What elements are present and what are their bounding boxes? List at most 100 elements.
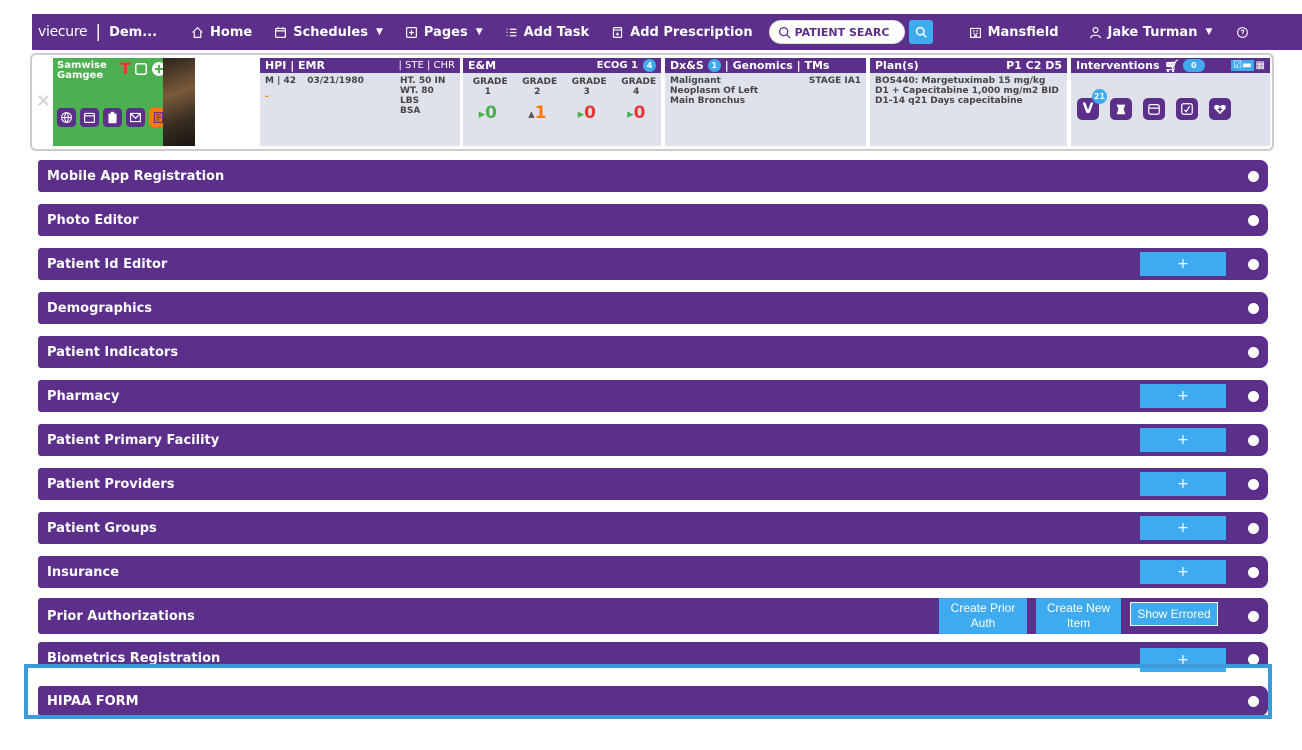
toggle-dot[interactable] — [1248, 566, 1259, 578]
add-button[interactable]: + — [1140, 516, 1226, 540]
toggle-dot[interactable] — [1248, 170, 1259, 182]
nav-add-prescription[interactable]: Add Prescription — [611, 24, 753, 40]
diagnosis-text[interactable]: Malignant Neoplasm Of Left Main Bronchus — [670, 76, 770, 106]
patient-name[interactable]: Samwise Gamgee — [57, 61, 117, 81]
add-button[interactable]: + — [1140, 252, 1226, 276]
toggle-dot[interactable] — [1248, 214, 1259, 226]
section-title: Patient Id Editor — [47, 256, 168, 272]
section-title: Mobile App Registration — [47, 168, 225, 184]
toggle-dot[interactable] — [1248, 522, 1259, 534]
section-title: Patient Primary Facility — [47, 432, 220, 448]
section-patient-groups[interactable]: Patient Groups + — [38, 512, 1268, 544]
section-patient-providers[interactable]: Patient Providers + — [38, 468, 1268, 500]
top-navigation-bar: viecure | Dem... Home Schedules ▼ Pages … — [32, 14, 1302, 50]
heart-plus-button[interactable] — [1209, 98, 1231, 120]
toggle-dot[interactable] — [1248, 346, 1259, 358]
mail-icon — [130, 112, 141, 123]
plan-title[interactable]: Plan(s) — [875, 59, 919, 72]
chevron-down-icon: ▼ — [475, 27, 483, 37]
toggle-dot[interactable] — [1248, 302, 1259, 314]
brand[interactable]: viecure | Dem... — [32, 22, 157, 42]
grade-value[interactable]: ▸0 — [578, 103, 596, 123]
organization-name[interactable]: Dem... — [109, 25, 157, 40]
chart-check-icon — [1181, 103, 1193, 115]
chevron-down-icon: ▼ — [375, 27, 383, 37]
app-logo[interactable]: viecure — [38, 24, 88, 40]
interventions-title[interactable]: Interventions — [1076, 59, 1160, 72]
hpi-links[interactable]: | STE | CHR — [399, 60, 456, 71]
add-button[interactable]: + — [1140, 560, 1226, 584]
section-patient-indicators[interactable]: Patient Indicators — [38, 336, 1268, 368]
user-icon — [1089, 26, 1101, 38]
dx-title-links[interactable]: | Genomics | TMs — [725, 59, 830, 72]
create-prior-auth-button[interactable]: Create Prior Auth — [939, 598, 1027, 634]
help-button[interactable] — [1236, 26, 1249, 39]
grade-value[interactable]: ▸0 — [627, 103, 645, 123]
building-icon — [969, 27, 981, 38]
patient-flag-t[interactable]: T — [120, 61, 131, 77]
search-button[interactable] — [908, 20, 933, 44]
plan-body[interactable]: BOS440: Margetuximab 15 mg/kg D1 + Capec… — [870, 73, 1067, 109]
nav-home[interactable]: Home — [191, 25, 252, 40]
plan-header: Plan(s) P1 C2 D5 — [870, 58, 1067, 73]
create-new-item-button[interactable]: Create New Item — [1036, 598, 1121, 634]
calendar-icon — [84, 112, 95, 123]
toggle-dot[interactable] — [1248, 258, 1259, 270]
nav-schedules[interactable]: Schedules ▼ — [274, 25, 383, 40]
clipboard-icon — [108, 111, 117, 124]
patient-photo[interactable] — [163, 58, 195, 146]
ecog-label: ECOG 1 — [596, 60, 638, 71]
chart-button[interactable] — [1176, 98, 1198, 120]
section-mobile-app-registration[interactable]: Mobile App Registration — [38, 160, 1268, 192]
nav-add-task[interactable]: Add Task — [505, 25, 589, 40]
add-button[interactable]: + — [1140, 384, 1226, 408]
hpi-header: HPI | EMR | STE | CHR — [260, 58, 460, 73]
section-prior-authorizations[interactable]: Prior Authorizations Create Prior Auth C… — [38, 598, 1268, 634]
cart-icon[interactable]: 🛒︎ — [1165, 59, 1180, 73]
clipboard-button[interactable] — [103, 108, 122, 127]
add-button[interactable]: + — [1140, 472, 1226, 496]
nav-pages[interactable]: Pages ▼ — [405, 25, 483, 40]
patient-flags: T — [120, 61, 167, 77]
patient-search-input[interactable]: PATIENT SEARC — [768, 20, 905, 44]
section-title: Insurance — [47, 564, 120, 580]
section-pharmacy[interactable]: Pharmacy + — [38, 380, 1268, 412]
dx-title[interactable]: Dx&S — [670, 59, 704, 72]
mortar-icon — [1116, 104, 1126, 115]
patient-card[interactable]: Samwise Gamgee T — [53, 58, 195, 146]
selection-highlight — [24, 664, 1272, 719]
mar-button[interactable] — [1143, 98, 1165, 120]
pharmacy-button[interactable] — [1110, 98, 1132, 120]
add-button[interactable]: + — [1140, 428, 1226, 452]
show-errored-button[interactable]: Show Errored — [1130, 602, 1218, 626]
toggle-dot[interactable] — [1248, 610, 1259, 622]
calendar-icon — [275, 26, 287, 38]
nav-add-prescription-label: Add Prescription — [630, 24, 753, 40]
toggle-dot[interactable] — [1248, 390, 1259, 402]
grade-value[interactable]: ▸0 — [479, 103, 497, 123]
section-patient-primary-facility[interactable]: Patient Primary Facility + — [38, 424, 1268, 456]
nav-user-menu[interactable]: Jake Turman ▼ — [1089, 25, 1212, 40]
em-title[interactable]: E&M — [468, 59, 496, 72]
section-photo-editor[interactable]: Photo Editor — [38, 204, 1268, 236]
section-demographics[interactable]: Demographics — [38, 292, 1268, 324]
hpi-vitals: HT. 50 IN WT. 80 LBS BSA — [400, 76, 455, 116]
calendar-button[interactable] — [80, 108, 99, 127]
hpi-title[interactable]: HPI | EMR — [265, 59, 325, 72]
globe-button[interactable] — [57, 108, 76, 127]
document-icon[interactable] — [134, 62, 148, 76]
section-title: Photo Editor — [47, 212, 139, 228]
plan-cycle: P1 C2 D5 — [1006, 59, 1062, 72]
grade-value[interactable]: ▴1 — [528, 103, 546, 123]
section-insurance[interactable]: Insurance + — [38, 556, 1268, 588]
toggle-dot[interactable] — [1248, 434, 1259, 446]
checklist-icon[interactable]: ☑▬ — [1231, 60, 1254, 71]
close-icon[interactable]: ✕ — [36, 91, 51, 112]
v-button[interactable]: V 21 — [1077, 89, 1107, 120]
section-patient-id-editor[interactable]: Patient Id Editor + — [38, 248, 1268, 280]
checkered-flag-icon[interactable]: ▦ — [1256, 60, 1265, 71]
toggle-dot[interactable] — [1248, 478, 1259, 490]
search-icon — [778, 26, 791, 39]
mail-button[interactable] — [126, 108, 145, 127]
nav-location[interactable]: Mansfield — [969, 25, 1059, 40]
